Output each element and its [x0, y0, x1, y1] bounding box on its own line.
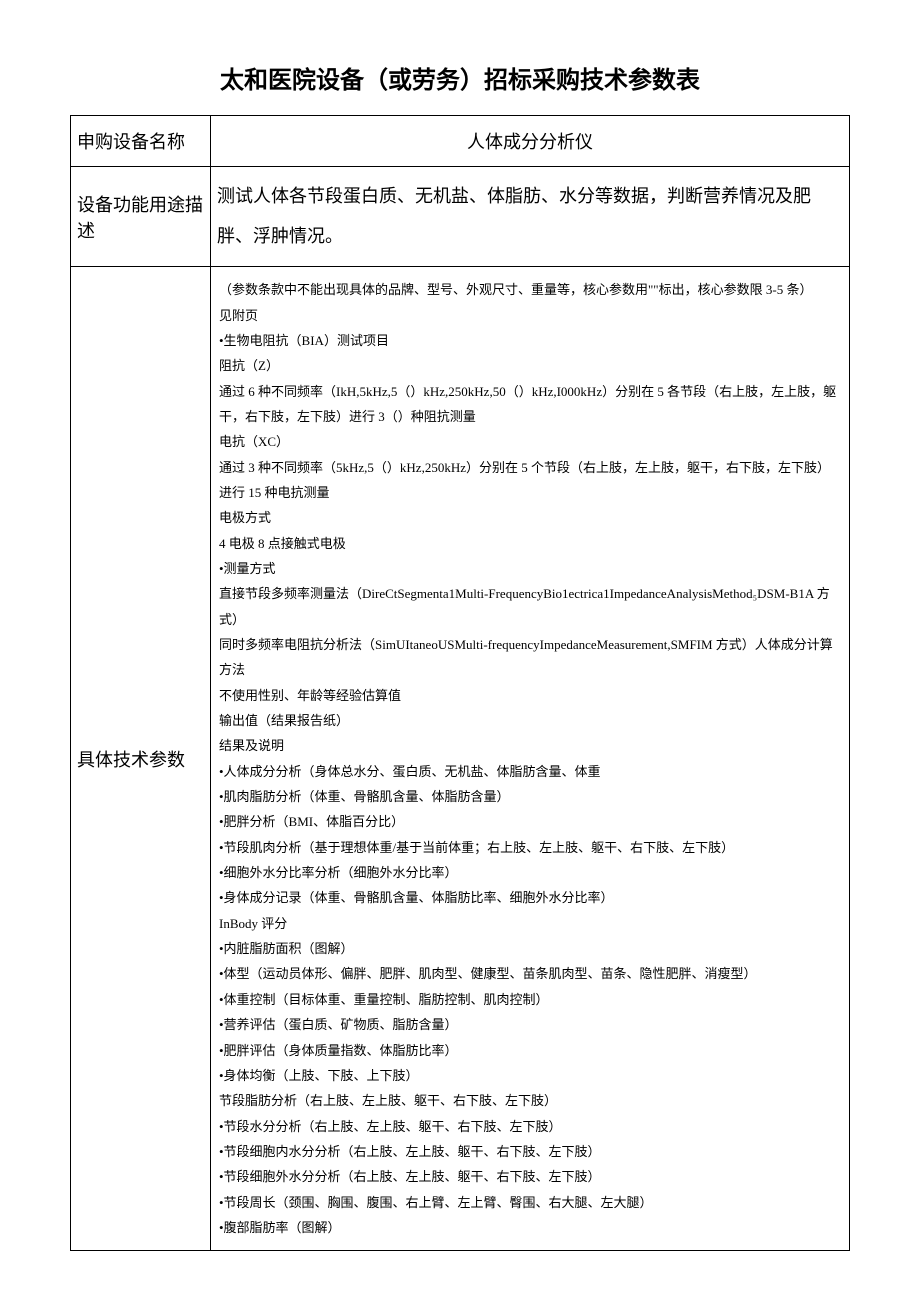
param-line: 输出值（结果报告纸）	[219, 708, 841, 733]
param-line: 4 电极 8 点接触式电极	[219, 531, 841, 556]
param-line: •人体成分分析（身体总水分、蛋白质、无机盐、体脂肪含量、体重	[219, 759, 841, 784]
param-label: 具体技术参数	[71, 267, 211, 1251]
table-row: 申购设备名称 人体成分分析仪	[71, 116, 850, 167]
param-line: •体型（运动员体形、偏胖、肥胖、肌肉型、健康型、苗条肌肉型、苗条、隐性肥胖、消瘦…	[219, 961, 841, 986]
param-line: 同时多频率电阻抗分析法（SimUItaneoUSMulti-frequencyI…	[219, 632, 841, 683]
device-name-value: 人体成分分析仪	[211, 116, 850, 167]
param-content: （参数条款中不能出现具体的品牌、型号、外观尺寸、重量等，核心参数用""标出，核心…	[211, 267, 850, 1251]
param-line: •营养评估（蛋白质、矿物质、脂肪含量）	[219, 1012, 841, 1037]
page-title: 太和医院设备（或劳务）招标采购技术参数表	[70, 60, 850, 95]
device-name-label: 申购设备名称	[71, 116, 211, 167]
param-line: InBody 评分	[219, 911, 841, 936]
param-line: 直接节段多频率测量法（DireCtSegmenta1Multi-Frequenc…	[219, 581, 841, 632]
param-line: •节段肌肉分析（基于理想体重/基于当前体重；右上肢、左上肢、躯干、右下肢、左下肢…	[219, 835, 841, 860]
param-line: 电抗（XC）	[219, 429, 841, 454]
param-line: 通过 6 种不同频率（IkH,5kHz,5（）kHz,250kHz,50（）kH…	[219, 379, 841, 430]
param-line: •节段水分分析（右上肢、左上肢、躯干、右下肢、左下肢）	[219, 1114, 841, 1139]
param-line: •身体均衡（上肢、下肢、上下肢）	[219, 1063, 841, 1088]
param-line: •节段细胞内水分分析（右上肢、左上肢、躯干、右下肢、左下肢）	[219, 1139, 841, 1164]
param-line: •测量方式	[219, 556, 841, 581]
table-row: 具体技术参数 （参数条款中不能出现具体的品牌、型号、外观尺寸、重量等，核心参数用…	[71, 267, 850, 1251]
param-line: •细胞外水分比率分析（细胞外水分比率）	[219, 860, 841, 885]
function-label: 设备功能用途描述	[71, 167, 211, 267]
param-line: •身体成分记录（体重、骨骼肌含量、体脂肪比率、细胞外水分比率）	[219, 885, 841, 910]
param-line: 节段脂肪分析（右上肢、左上肢、躯干、右下肢、左下肢）	[219, 1088, 841, 1113]
param-line: 见附页	[219, 303, 841, 328]
param-line: •内脏脂肪面积（图解）	[219, 936, 841, 961]
param-line: （参数条款中不能出现具体的品牌、型号、外观尺寸、重量等，核心参数用""标出，核心…	[219, 277, 841, 302]
spec-table: 申购设备名称 人体成分分析仪 设备功能用途描述 测试人体各节段蛋白质、无机盐、体…	[70, 115, 850, 1251]
param-line: •生物电阻抗（BIA）测试项目	[219, 328, 841, 353]
param-line: 阻抗（Z）	[219, 353, 841, 378]
param-line: •肌肉脂肪分析（体重、骨骼肌含量、体脂肪含量）	[219, 784, 841, 809]
param-line: 结果及说明	[219, 733, 841, 758]
param-line: •腹部脂肪率（图解）	[219, 1215, 841, 1240]
param-line: •肥胖分析（BMI、体脂百分比）	[219, 809, 841, 834]
param-line: •体重控制（目标体重、重量控制、脂肪控制、肌肉控制）	[219, 987, 841, 1012]
param-line: 通过 3 种不同频率（5kHz,5（）kHz,250kHz）分别在 5 个节段（…	[219, 455, 841, 506]
param-line: 不使用性别、年龄等经验估算值	[219, 683, 841, 708]
function-value: 测试人体各节段蛋白质、无机盐、体脂肪、水分等数据，判断营养情况及肥胖、浮肿情况。	[211, 167, 850, 267]
table-row: 设备功能用途描述 测试人体各节段蛋白质、无机盐、体脂肪、水分等数据，判断营养情况…	[71, 167, 850, 267]
param-line: •肥胖评估（身体质量指数、体脂肪比率）	[219, 1038, 841, 1063]
param-line: 电极方式	[219, 505, 841, 530]
param-line: •节段周长（颈围、胸围、腹围、右上臂、左上臂、臀围、右大腿、左大腿）	[219, 1190, 841, 1215]
param-line: •节段细胞外水分分析（右上肢、左上肢、躯干、右下肢、左下肢）	[219, 1164, 841, 1189]
